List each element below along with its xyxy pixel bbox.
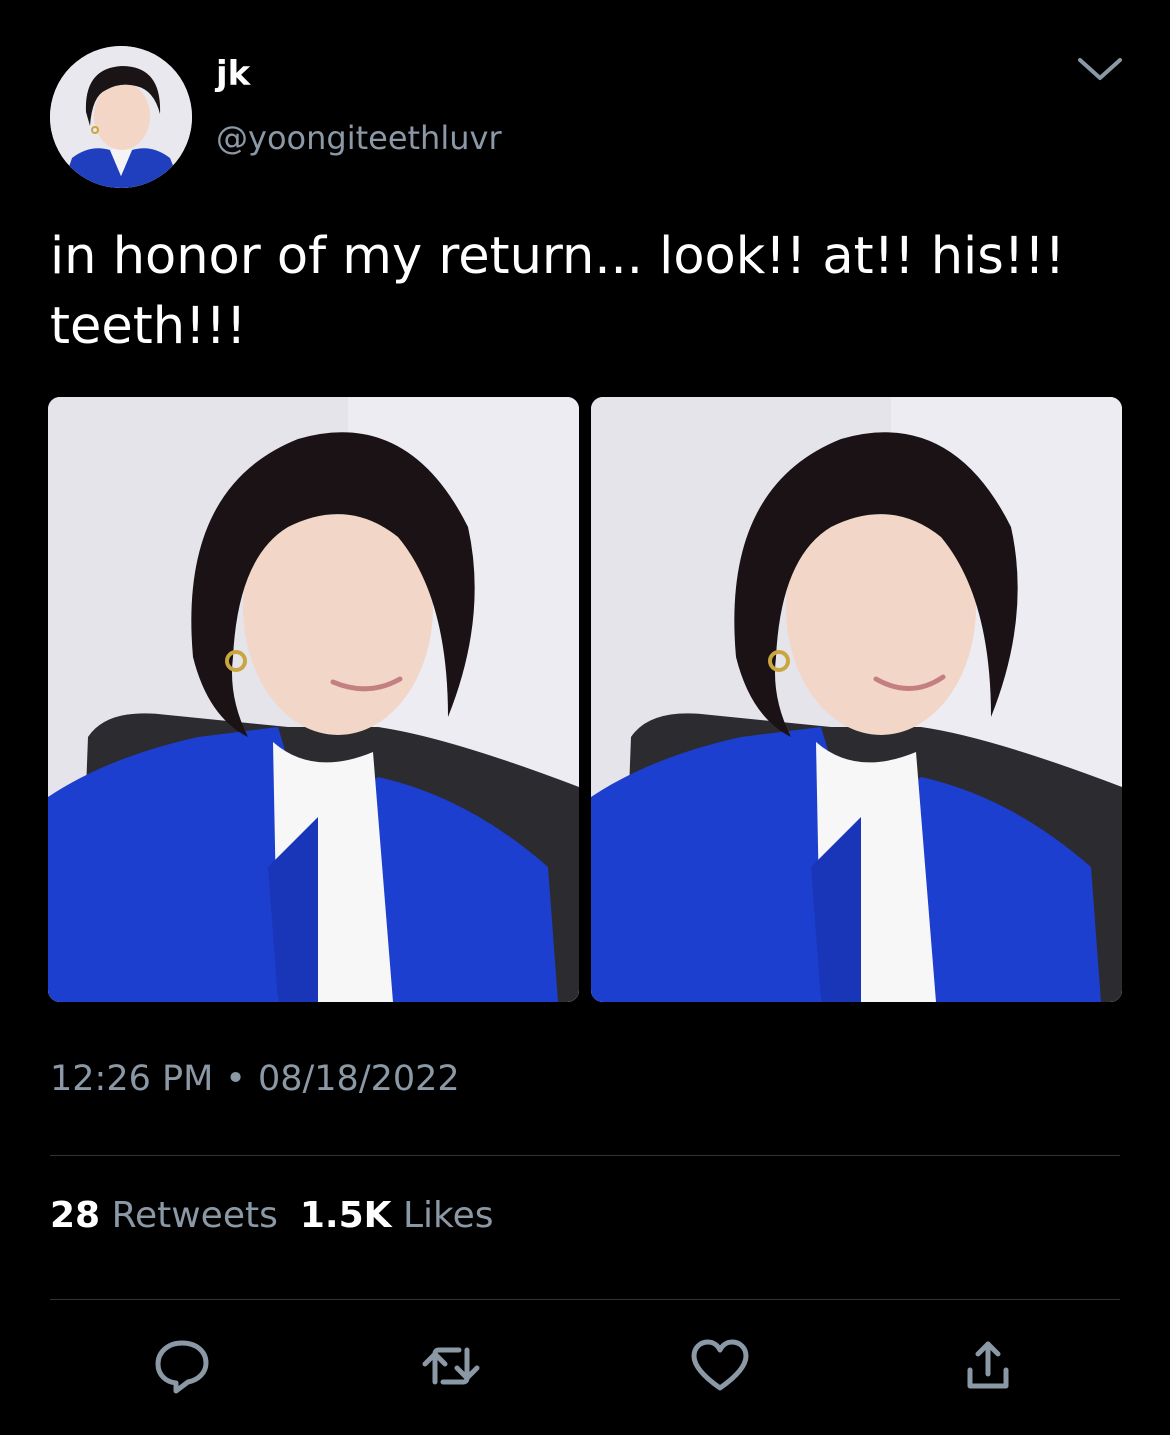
heart-icon <box>691 1339 749 1391</box>
likes-stat[interactable]: 1.5K Likes <box>300 1195 494 1236</box>
retweets-count: 28 <box>50 1195 101 1236</box>
tweet-photo-2[interactable] <box>591 397 1122 1002</box>
avatar[interactable] <box>50 46 192 188</box>
reply-icon <box>155 1340 209 1394</box>
tweet-text: in honor of my return... look!! at!! his… <box>50 227 1082 356</box>
tweet-photo-1[interactable] <box>48 397 579 1002</box>
username-handle[interactable]: @yoongiteethluvr <box>216 116 502 160</box>
share-icon <box>967 1341 1009 1389</box>
avatar-photo <box>50 46 192 188</box>
divider <box>50 1155 1120 1156</box>
retweets-label: Retweets <box>111 1195 278 1236</box>
likes-count: 1.5K <box>299 1195 392 1236</box>
tweet-timestamp[interactable]: 12:26 PM • 08/18/2022 <box>50 1054 460 1104</box>
retweet-button[interactable] <box>421 1336 481 1396</box>
tweet-date: 08/18/2022 <box>257 1059 460 1099</box>
divider <box>50 1299 1120 1300</box>
reply-button[interactable] <box>152 1336 212 1396</box>
chevron-down-icon <box>1078 58 1122 80</box>
share-button[interactable] <box>958 1336 1018 1396</box>
photo-image <box>48 397 579 1002</box>
tweet-stats: 28 Retweets 1.5K Likes <box>50 1190 494 1242</box>
retweets-stat[interactable]: 28 Retweets <box>50 1195 278 1236</box>
like-button[interactable] <box>690 1336 750 1396</box>
tweet-time: 12:26 PM <box>50 1059 214 1099</box>
photo-image <box>591 397 1122 1002</box>
likes-label: Likes <box>402 1195 494 1236</box>
display-name[interactable]: jk <box>216 52 250 96</box>
separator-dot: • <box>225 1059 246 1099</box>
tweet-options-button[interactable] <box>1072 50 1128 90</box>
retweet-icon <box>422 1347 480 1385</box>
